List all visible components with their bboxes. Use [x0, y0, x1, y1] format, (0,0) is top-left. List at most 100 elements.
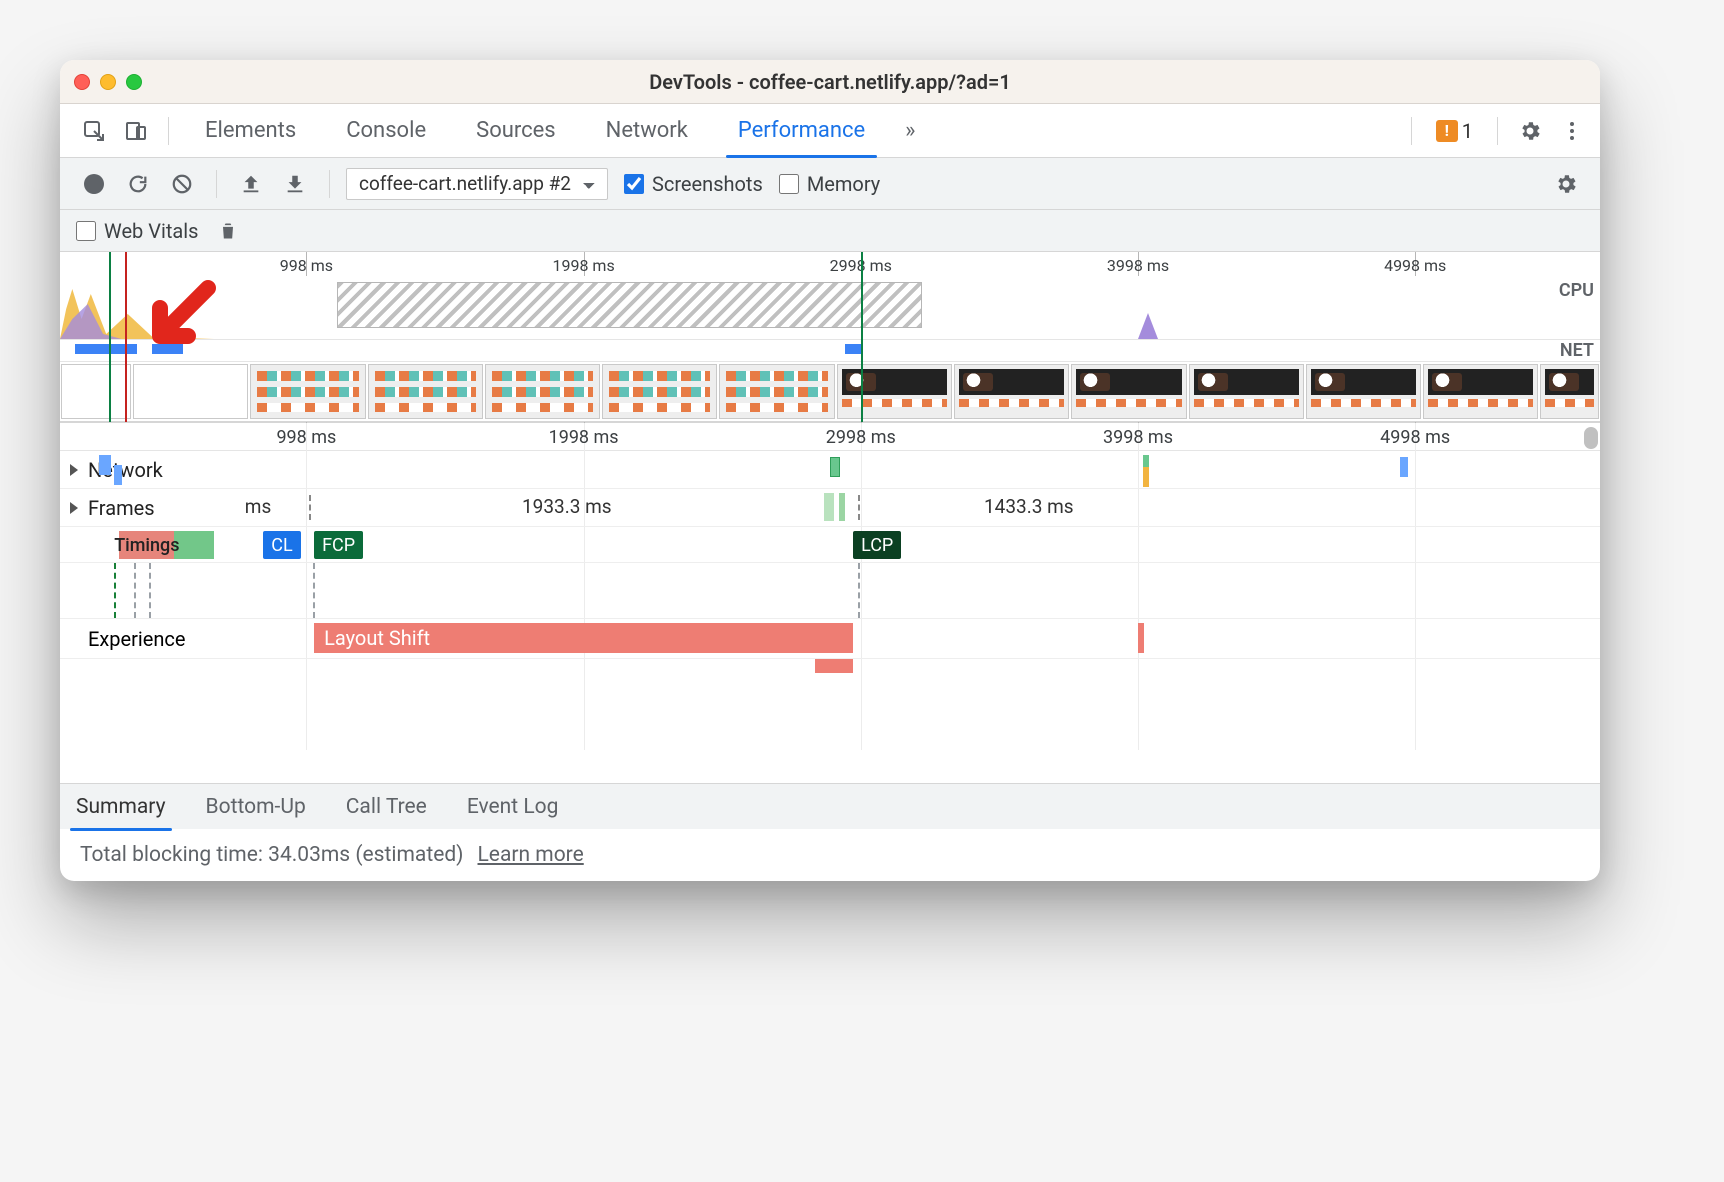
layout-shift-block[interactable]: [1138, 623, 1144, 653]
web-vitals-checkbox-input[interactable]: [76, 221, 96, 241]
net-bar: [75, 344, 137, 354]
layout-shift-block[interactable]: [815, 659, 854, 673]
tab-call-tree[interactable]: Call Tree: [342, 787, 431, 827]
main-tabstrip: Elements Console Sources Network Perform…: [60, 104, 1600, 158]
track-network[interactable]: Network: [60, 451, 1600, 489]
screenshot-thumb[interactable]: [1306, 364, 1421, 419]
flame-ruler: 998 ms 1998 ms 2998 ms 3998 ms 4998 ms: [60, 423, 1600, 451]
screenshot-thumb[interactable]: [1540, 364, 1599, 419]
issues-button[interactable]: 1: [1426, 115, 1483, 147]
screenshot-thumb[interactable]: [837, 364, 952, 419]
close-window-button[interactable]: [74, 74, 90, 90]
track-label: Experience: [88, 627, 186, 651]
screenshot-thumb[interactable]: [61, 364, 131, 419]
profile-select[interactable]: coffee-cart.netlify.app #2: [346, 168, 608, 200]
track-frames[interactable]: Frames ms 1933.3 ms 1433.3 ms: [60, 489, 1600, 527]
screenshots-checkbox-input[interactable]: [624, 174, 644, 194]
layout-shift-block[interactable]: Layout Shift: [314, 623, 853, 653]
tab-console[interactable]: Console: [324, 104, 448, 157]
load-profile-icon[interactable]: [233, 166, 269, 202]
screenshot-thumb[interactable]: [1071, 364, 1186, 419]
network-entry[interactable]: [99, 455, 111, 475]
separator: [1411, 117, 1412, 145]
overview-pane[interactable]: 998 ms 1998 ms 2998 ms 3998 ms 4998 ms C…: [60, 252, 1600, 423]
screenshot-thumb[interactable]: [602, 364, 717, 419]
tab-bottom-up[interactable]: Bottom-Up: [202, 787, 310, 827]
cpu-blip: [1138, 313, 1158, 339]
minimize-window-button[interactable]: [100, 74, 116, 90]
network-entry[interactable]: [1400, 457, 1408, 477]
marker-line: [125, 252, 127, 422]
summary-panel: Total blocking time: 34.03ms (estimated)…: [60, 829, 1600, 881]
timing-fcp-badge[interactable]: FCP: [314, 531, 363, 559]
separator: [329, 170, 330, 198]
timing-cls-badge[interactable]: CL: [263, 531, 300, 559]
delete-profile-icon[interactable]: [210, 213, 246, 249]
expand-icon[interactable]: [70, 464, 78, 476]
screenshot-thumb[interactable]: [719, 364, 834, 419]
reload-record-button[interactable]: [120, 166, 156, 202]
overview-ruler: 998 ms 1998 ms 2998 ms 3998 ms 4998 ms: [60, 252, 1600, 276]
memory-checkbox[interactable]: Memory: [779, 172, 880, 196]
screenshot-thumb[interactable]: [133, 364, 248, 419]
tab-performance[interactable]: Performance: [716, 104, 887, 157]
network-entry[interactable]: [830, 457, 840, 477]
frame-duration: 1933.3 ms: [522, 495, 612, 519]
tab-elements[interactable]: Elements: [183, 104, 318, 157]
record-button[interactable]: [76, 166, 112, 202]
net-lane-label: NET: [1560, 340, 1594, 361]
divider: [309, 495, 311, 520]
timing-lcp-badge[interactable]: LCP: [853, 531, 901, 559]
marker-line: [109, 252, 111, 422]
network-entry[interactable]: [114, 465, 122, 485]
details-tabstrip: Summary Bottom-Up Call Tree Event Log: [60, 783, 1600, 829]
hatched-region: [337, 282, 922, 328]
tab-event-log[interactable]: Event Log: [463, 787, 563, 827]
net-bar: [152, 344, 183, 354]
network-entry[interactable]: [1143, 467, 1149, 487]
separator: [216, 170, 217, 198]
net-overview-lane[interactable]: NET: [60, 340, 1600, 362]
expand-icon[interactable]: [70, 502, 78, 514]
track-label: Frames: [88, 496, 155, 520]
memory-checkbox-input[interactable]: [779, 174, 799, 194]
zoom-window-button[interactable]: [126, 74, 142, 90]
perf-toolbar: coffee-cart.netlify.app #2 Screenshots M…: [60, 158, 1600, 210]
screenshot-thumb[interactable]: [368, 364, 483, 419]
tab-sources[interactable]: Sources: [454, 104, 578, 157]
settings-icon[interactable]: [1512, 113, 1548, 149]
warning-icon: [1436, 120, 1458, 142]
device-toolbar-icon[interactable]: [118, 113, 154, 149]
perf-toolbar-2: Web Vitals: [60, 210, 1600, 252]
cpu-overview-lane[interactable]: CPU: [60, 276, 1600, 340]
web-vitals-checkbox[interactable]: Web Vitals: [76, 219, 198, 243]
screenshot-thumb[interactable]: [954, 364, 1069, 419]
tab-summary[interactable]: Summary: [72, 787, 170, 827]
screenshot-thumb[interactable]: [485, 364, 600, 419]
more-menu-icon[interactable]: [1554, 113, 1590, 149]
window-title: DevTools - coffee-cart.netlify.app/?ad=1: [60, 70, 1600, 94]
cpu-lane-label: CPU: [1559, 280, 1594, 301]
screenshots-strip[interactable]: [60, 362, 1600, 422]
frame-block[interactable]: [824, 493, 834, 521]
learn-more-link[interactable]: Learn more: [478, 843, 584, 867]
screenshot-thumb[interactable]: [1423, 364, 1538, 419]
tabs-overflow[interactable]: »: [893, 104, 927, 157]
flamechart-pane[interactable]: 998 ms 1998 ms 2998 ms 3998 ms 4998 ms N…: [60, 423, 1600, 783]
separator: [168, 117, 169, 145]
tbt-text: Total blocking time: 34.03ms (estimated): [80, 843, 464, 867]
track-timings[interactable]: Timings CL FCP LCP: [60, 527, 1600, 563]
screenshots-checkbox[interactable]: Screenshots: [624, 172, 763, 196]
frame-block[interactable]: [839, 493, 845, 521]
track-experience[interactable]: Experience Layout Shift: [60, 619, 1600, 659]
capture-settings-icon[interactable]: [1548, 166, 1584, 202]
clear-button[interactable]: [164, 166, 200, 202]
frame-duration: 1433.3 ms: [984, 495, 1074, 519]
screenshot-thumb[interactable]: [1189, 364, 1304, 419]
devtools-window: DevTools - coffee-cart.netlify.app/?ad=1…: [60, 60, 1600, 881]
inspect-element-icon[interactable]: [76, 113, 112, 149]
save-profile-icon[interactable]: [277, 166, 313, 202]
cpu-activity-graphic: [60, 279, 214, 339]
tab-network[interactable]: Network: [584, 104, 710, 157]
screenshot-thumb[interactable]: [250, 364, 365, 419]
